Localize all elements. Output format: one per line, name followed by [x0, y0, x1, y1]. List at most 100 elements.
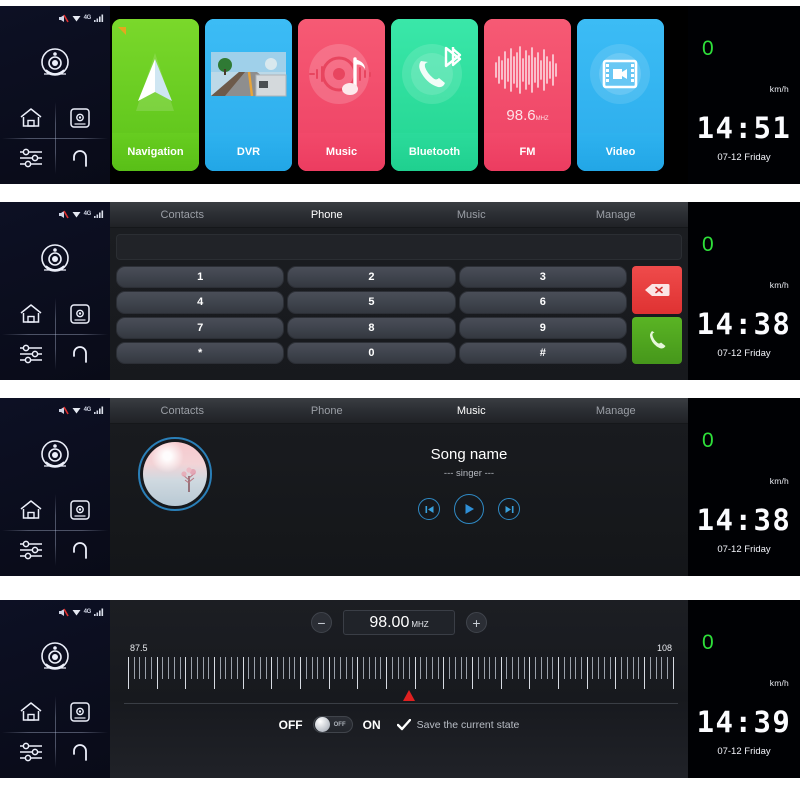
- back-arrow-icon[interactable]: [68, 343, 92, 365]
- backspace-button[interactable]: [632, 266, 682, 314]
- phone-number-input[interactable]: [116, 234, 682, 260]
- home-icon[interactable]: [18, 700, 44, 724]
- speed-unit-label: km/h: [769, 84, 789, 94]
- tab-music[interactable]: Music: [399, 398, 544, 423]
- tab-manage[interactable]: Manage: [544, 202, 689, 227]
- app-tile-bluetooth[interactable]: Bluetooth: [391, 19, 478, 171]
- back-arrow-icon[interactable]: [68, 147, 92, 169]
- frequency-display[interactable]: 98.00 MHZ: [343, 610, 455, 635]
- key-7[interactable]: 7: [116, 316, 285, 339]
- key-0[interactable]: 0: [287, 341, 456, 364]
- camera-icon[interactable]: [33, 636, 77, 680]
- key-2[interactable]: 2: [287, 266, 456, 289]
- camera-icon-wrap[interactable]: [0, 42, 110, 86]
- camera-icon-wrap[interactable]: [0, 238, 110, 282]
- sidebar-item-back[interactable]: [55, 138, 104, 178]
- home-icon[interactable]: [18, 106, 44, 130]
- key-star[interactable]: *: [116, 341, 285, 364]
- sidebar-item-apps[interactable]: [55, 692, 104, 732]
- album-cover-image: [143, 442, 207, 506]
- back-arrow-icon[interactable]: [68, 741, 92, 763]
- frequency-increase-button[interactable]: +: [466, 612, 487, 633]
- frequency-controls: − 98.00 MHZ +: [110, 610, 688, 635]
- camera-icon[interactable]: [33, 42, 77, 86]
- sidebar-item-apps[interactable]: [55, 98, 104, 138]
- key-1[interactable]: 1: [116, 266, 285, 289]
- ruler-tick: [145, 657, 147, 679]
- apps-icon[interactable]: [68, 106, 92, 130]
- sidebar-item-settings[interactable]: [6, 138, 55, 178]
- tab-phone[interactable]: Phone: [255, 398, 400, 423]
- call-button[interactable]: [632, 316, 682, 364]
- app-tile-video[interactable]: Video: [577, 19, 664, 171]
- equalizer-icon[interactable]: [18, 343, 44, 365]
- play-button[interactable]: [454, 494, 484, 524]
- wifi-icon: [72, 408, 81, 414]
- key-4[interactable]: 4: [116, 291, 285, 314]
- key-5[interactable]: 5: [287, 291, 456, 314]
- tab-contacts[interactable]: Contacts: [110, 398, 255, 423]
- key-9[interactable]: 9: [458, 316, 627, 339]
- tab-music[interactable]: Music: [399, 202, 544, 227]
- app-tile-label: Bluetooth: [391, 133, 478, 171]
- sidebar-item-home[interactable]: [6, 98, 55, 138]
- sidebar-item-back[interactable]: [55, 732, 104, 772]
- mute-icon: [58, 210, 69, 218]
- sidebar-item-settings[interactable]: [6, 732, 55, 772]
- tab-phone[interactable]: Phone: [255, 202, 400, 227]
- ruler-tick: [609, 657, 611, 679]
- sidebar-item-home[interactable]: [6, 692, 55, 732]
- apps-icon[interactable]: [68, 302, 92, 326]
- equalizer-icon[interactable]: [18, 147, 44, 169]
- frequency-decrease-button[interactable]: −: [311, 612, 332, 633]
- frequency-ruler[interactable]: [128, 657, 674, 691]
- tab-bar: Contacts Phone Music Manage: [110, 202, 688, 228]
- clock-display: 14:51: [696, 111, 792, 145]
- camera-icon-wrap[interactable]: [0, 434, 110, 478]
- app-tile-music[interactable]: Music: [298, 19, 385, 171]
- film-camera-icon: [590, 44, 650, 104]
- sidebar-item-home[interactable]: [6, 294, 55, 334]
- next-track-button[interactable]: [498, 498, 520, 520]
- app-tile-navigation[interactable]: Navigation: [112, 19, 199, 171]
- camera-icon-wrap[interactable]: [0, 636, 110, 680]
- previous-track-button[interactable]: [418, 498, 440, 520]
- fm-tile-frequency: 98.6: [506, 107, 536, 124]
- home-icon[interactable]: [18, 302, 44, 326]
- apps-icon[interactable]: [68, 700, 92, 724]
- sidebar-item-settings[interactable]: [6, 530, 55, 570]
- equalizer-icon[interactable]: [18, 539, 44, 561]
- key-hash[interactable]: #: [458, 341, 627, 364]
- ruler-tick: [231, 657, 233, 679]
- sidebar-item-apps[interactable]: [55, 490, 104, 530]
- back-arrow-icon[interactable]: [68, 539, 92, 561]
- app-tile-dvr[interactable]: DVR: [205, 19, 292, 171]
- sidebar-item-home[interactable]: [6, 490, 55, 530]
- sidebar: 4G: [0, 398, 110, 576]
- home-icon[interactable]: [18, 498, 44, 522]
- ruler-tick: [334, 657, 336, 679]
- sidebar-button-grid: [2, 98, 108, 178]
- sidebar-item-back[interactable]: [55, 334, 104, 374]
- ruler-tick: [374, 657, 376, 679]
- sidebar: 4G: [0, 6, 110, 184]
- equalizer-icon[interactable]: [18, 741, 44, 763]
- key-8[interactable]: 8: [287, 316, 456, 339]
- camera-icon[interactable]: [33, 238, 77, 282]
- sidebar-item-apps[interactable]: [55, 294, 104, 334]
- ruler-tick: [363, 657, 365, 679]
- tab-contacts[interactable]: Contacts: [110, 202, 255, 227]
- app-tile-fm[interactable]: 98.6MHZ FM: [484, 19, 571, 171]
- ruler-tick: [563, 657, 565, 679]
- ruler-tick: [454, 657, 456, 679]
- tab-manage[interactable]: Manage: [544, 398, 689, 423]
- key-3[interactable]: 3: [458, 266, 627, 289]
- camera-icon[interactable]: [33, 434, 77, 478]
- ruler-tick: [242, 657, 244, 689]
- apps-icon[interactable]: [68, 498, 92, 522]
- save-state-option[interactable]: Save the current state: [396, 718, 519, 731]
- key-6[interactable]: 6: [458, 291, 627, 314]
- sidebar-item-back[interactable]: [55, 530, 104, 570]
- power-toggle[interactable]: OFF: [312, 716, 353, 733]
- sidebar-item-settings[interactable]: [6, 334, 55, 374]
